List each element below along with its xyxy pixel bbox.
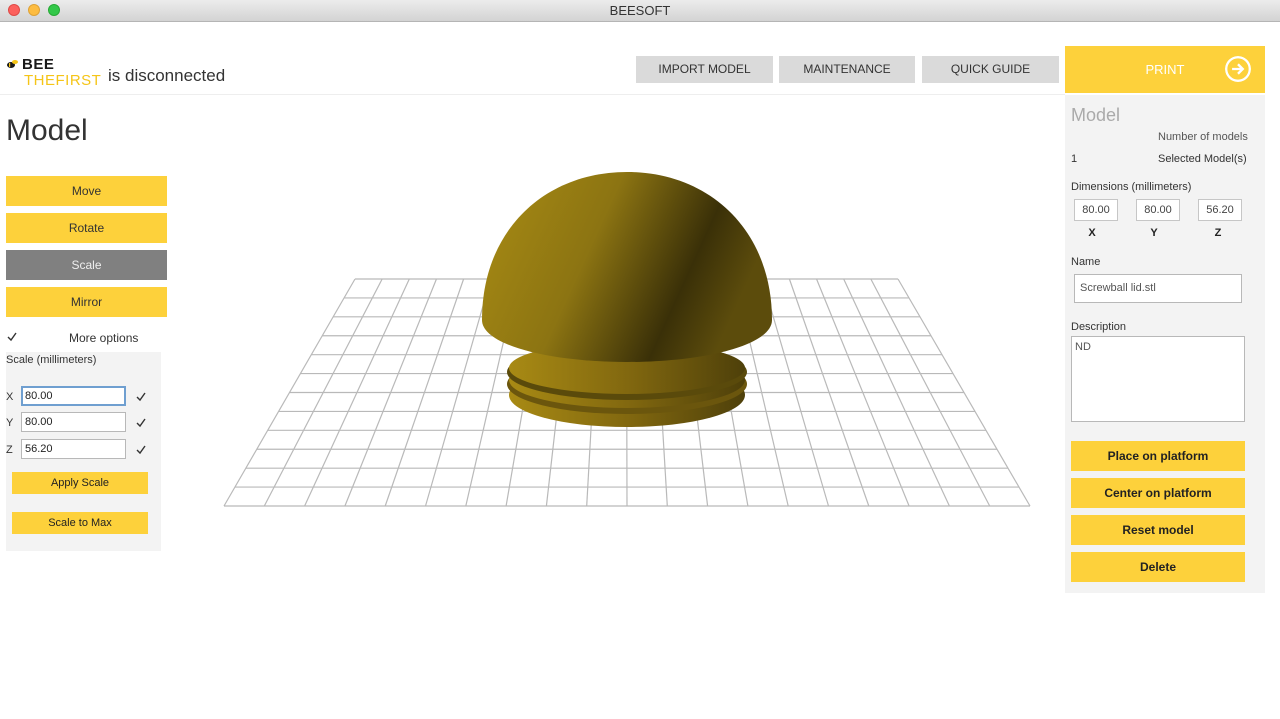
logo-bottom-text: THEFIRST — [24, 72, 102, 89]
scale-x-label: X — [6, 391, 14, 403]
scale-options-panel: Scale (millimeters) X 80.00 Y 80.00 Z 56… — [6, 352, 161, 551]
maintenance-button[interactable]: MAINTENANCE — [779, 56, 915, 83]
mirror-button[interactable]: Mirror — [6, 287, 167, 317]
3d-viewport[interactable] — [192, 95, 1065, 714]
page-title: Model — [6, 114, 88, 147]
dimension-y-label: Y — [1150, 227, 1158, 239]
number-of-models-label: Number of models — [1158, 131, 1248, 143]
dimension-x-field: 80.00 — [1074, 199, 1118, 221]
print-button[interactable]: PRINT — [1065, 46, 1265, 93]
arrow-right-circle-icon — [1225, 56, 1251, 82]
scale-to-max-button[interactable]: Scale to Max — [12, 512, 148, 534]
scale-y-lock-checkbox[interactable] — [136, 418, 146, 428]
window-title: BEESOFT — [609, 3, 671, 18]
scale-x-lock-checkbox[interactable] — [136, 392, 146, 402]
dimensions-label: Dimensions (millimeters) — [1071, 181, 1192, 193]
panel-title: Model — [1071, 105, 1121, 125]
more-options-label: More options — [69, 331, 139, 345]
scale-y-input[interactable]: 80.00 — [21, 412, 126, 432]
description-label: Description — [1071, 321, 1127, 333]
apply-scale-button[interactable]: Apply Scale — [12, 472, 148, 494]
dimension-z-field: 56.20 — [1198, 199, 1242, 221]
description-textarea[interactable]: ND — [1071, 336, 1245, 422]
scale-z-label: Z — [6, 444, 13, 456]
scale-x-input[interactable]: 80.00 — [21, 386, 126, 406]
dimension-x-label: X — [1088, 227, 1096, 239]
place-on-platform-button[interactable]: Place on platform — [1071, 441, 1245, 471]
model-name-input[interactable]: Screwball lid.stl — [1074, 274, 1242, 303]
scale-title: Scale (millimeters) — [6, 354, 97, 366]
dimension-y-field: 80.00 — [1136, 199, 1180, 221]
print-label: PRINT — [1145, 62, 1185, 77]
more-options-checkbox[interactable] — [7, 332, 17, 342]
window-titlebar: BEESOFT — [0, 0, 1280, 22]
number-of-models-value: 1 — [1071, 153, 1078, 165]
scale-z-input[interactable]: 56.20 — [21, 439, 126, 459]
reset-model-button[interactable]: Reset model — [1071, 515, 1245, 545]
scale-y-label: Y — [6, 417, 14, 429]
move-button[interactable]: Move — [6, 176, 167, 206]
quick-guide-button[interactable]: QUICK GUIDE — [922, 56, 1059, 83]
selected-models-label: Selected Model(s) — [1158, 153, 1247, 165]
rotate-button[interactable]: Rotate — [6, 213, 167, 243]
scale-button[interactable]: Scale — [6, 250, 167, 280]
scale-z-lock-checkbox[interactable] — [136, 445, 146, 455]
import-model-button[interactable]: IMPORT MODEL — [636, 56, 773, 83]
model-dome — [482, 172, 772, 362]
delete-button[interactable]: Delete — [1071, 552, 1245, 582]
viewport-canvas — [223, 172, 1031, 507]
dimension-z-label: Z — [1214, 227, 1222, 239]
model-info-panel: Model Number of models 1 Selected Model(… — [1065, 95, 1265, 593]
beethefirst-logo: BEE THEFIRST — [6, 56, 102, 90]
logo-top-text: BEE — [22, 56, 55, 73]
center-on-platform-button[interactable]: Center on platform — [1071, 478, 1245, 508]
name-label: Name — [1071, 256, 1101, 268]
connection-status: is disconnected — [108, 66, 226, 85]
